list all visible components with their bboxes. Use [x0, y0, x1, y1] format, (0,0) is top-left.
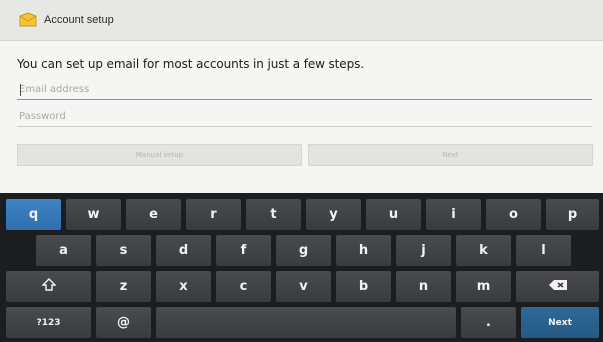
key-q[interactable]: q: [6, 199, 61, 230]
key-w[interactable]: w: [66, 199, 121, 230]
key-x[interactable]: x: [156, 271, 211, 302]
key-i[interactable]: i: [426, 199, 481, 230]
window-title: Account setup: [44, 14, 114, 26]
password-field[interactable]: [17, 107, 592, 127]
shift-icon: [40, 277, 57, 296]
text-cursor: [20, 84, 21, 96]
at-key[interactable]: @: [96, 307, 151, 338]
soft-keyboard: q w e r t y u i o p a s d f g h j k l z …: [0, 193, 603, 342]
key-k[interactable]: k: [456, 235, 511, 266]
key-d[interactable]: d: [156, 235, 211, 266]
key-j[interactable]: j: [396, 235, 451, 266]
manual-setup-button[interactable]: Manual setup: [17, 144, 302, 166]
key-e[interactable]: e: [126, 199, 181, 230]
key-b[interactable]: b: [336, 271, 391, 302]
key-p[interactable]: p: [546, 199, 599, 230]
key-g[interactable]: g: [276, 235, 331, 266]
intro-text: You can set up email for most accounts i…: [17, 57, 364, 71]
backspace-key[interactable]: [516, 271, 599, 302]
key-z[interactable]: z: [96, 271, 151, 302]
title-bar: Account setup: [0, 0, 603, 41]
key-l[interactable]: l: [516, 235, 571, 266]
key-r[interactable]: r: [186, 199, 241, 230]
shift-key[interactable]: [6, 271, 91, 302]
keyboard-next-key[interactable]: Next: [521, 307, 599, 338]
key-t[interactable]: t: [246, 199, 301, 230]
key-f[interactable]: f: [216, 235, 271, 266]
key-n[interactable]: n: [396, 271, 451, 302]
key-m[interactable]: m: [456, 271, 511, 302]
key-a[interactable]: a: [36, 235, 91, 266]
account-setup-form: You can set up email for most accounts i…: [0, 41, 603, 193]
key-o[interactable]: o: [486, 199, 541, 230]
key-y[interactable]: y: [306, 199, 361, 230]
symbols-key[interactable]: ?123: [6, 307, 91, 338]
key-h[interactable]: h: [336, 235, 391, 266]
key-u[interactable]: u: [366, 199, 421, 230]
key-v[interactable]: v: [276, 271, 331, 302]
key-s[interactable]: s: [96, 235, 151, 266]
next-button[interactable]: Next: [308, 144, 593, 166]
backspace-icon: [548, 279, 568, 295]
mail-icon: [18, 11, 38, 29]
key-c[interactable]: c: [216, 271, 271, 302]
period-key[interactable]: .: [461, 307, 516, 338]
email-field[interactable]: [17, 80, 592, 100]
space-key[interactable]: [156, 307, 456, 338]
